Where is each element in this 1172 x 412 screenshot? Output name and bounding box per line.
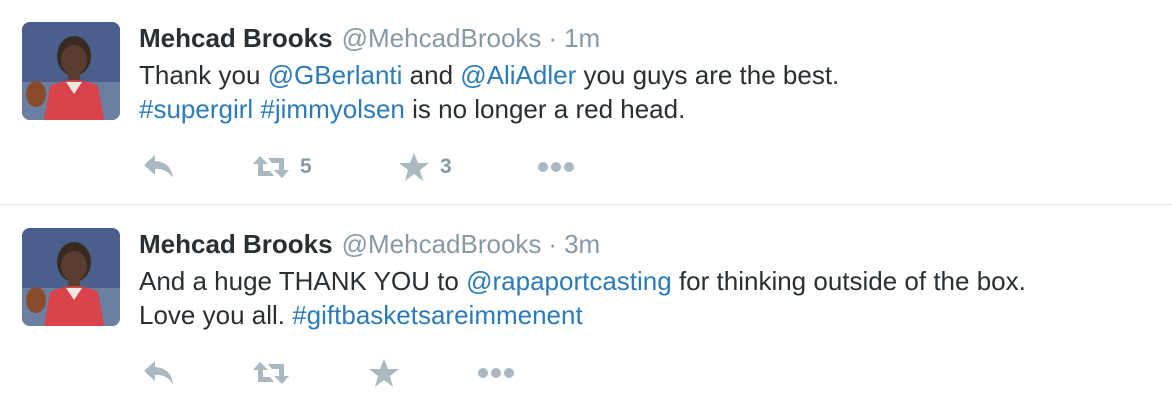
more-button[interactable]	[536, 150, 576, 184]
hashtag-link[interactable]: #giftbasketsareimmenent	[292, 300, 582, 330]
tweet-header: Mehcad Brooks @MehcadBrooks · 3m	[139, 226, 600, 262]
tweet[interactable]: Mehcad Brooks @MehcadBrooks · 3m And a h…	[0, 206, 1172, 412]
retweet-button[interactable]: 5	[252, 150, 312, 184]
tweet-line: Love you all. #giftbasketsareimmenent	[139, 298, 1149, 332]
favorite-count: 3	[440, 155, 452, 178]
text-segment: and	[402, 60, 461, 90]
retweet-count: 5	[300, 155, 312, 178]
tweet-actions: 5 3	[142, 150, 642, 184]
separator: ·	[548, 229, 558, 259]
user-handle[interactable]: @MehcadBrooks	[342, 20, 542, 56]
text-segment: Thank you	[139, 60, 268, 90]
more-dots-icon	[538, 162, 574, 172]
timestamp[interactable]: 1m	[564, 20, 600, 56]
retweet-button[interactable]	[252, 356, 300, 390]
retweet-icon	[253, 362, 289, 384]
text-segment: And a huge THANK YOU to	[139, 266, 467, 296]
text-segment: is no longer a red head.	[404, 94, 686, 124]
profile-photo	[22, 228, 120, 326]
reply-icon	[144, 361, 173, 384]
more-dots-icon	[478, 368, 514, 378]
mention-link[interactable]: @AliAdler	[460, 60, 576, 90]
separator: ·	[548, 23, 558, 53]
more-button[interactable]	[476, 356, 516, 390]
tweet-header: Mehcad Brooks @MehcadBrooks · 1m	[139, 20, 600, 56]
tweet-text: And a huge THANK YOU to @rapaportcasting…	[139, 264, 1149, 332]
tweet-line: And a huge THANK YOU to @rapaportcasting…	[139, 264, 1149, 298]
retweet-icon	[253, 156, 289, 178]
avatar[interactable]	[22, 22, 120, 120]
favorite-button[interactable]: 3	[398, 150, 452, 184]
tweet[interactable]: Mehcad Brooks @MehcadBrooks · 1m Thank y…	[0, 0, 1172, 205]
mention-link[interactable]: @GBerlanti	[268, 60, 403, 90]
favorite-button[interactable]	[368, 356, 410, 390]
hashtag-link[interactable]: #jimmyolsen	[260, 94, 405, 124]
divider	[0, 204, 1172, 205]
user-name[interactable]: Mehcad Brooks	[139, 226, 333, 262]
star-icon	[399, 153, 429, 181]
text-segment: for thinking outside of the box.	[671, 266, 1026, 296]
tweet-line: Thank you @GBerlanti and @AliAdler you g…	[139, 58, 1149, 92]
timestamp[interactable]: 3m	[564, 226, 600, 262]
profile-photo	[22, 22, 120, 120]
user-handle[interactable]: @MehcadBrooks	[342, 226, 542, 262]
tweet-text: Thank you @GBerlanti and @AliAdler you g…	[139, 58, 1149, 126]
hashtag-link[interactable]: #supergirl	[139, 94, 253, 124]
reply-icon	[144, 155, 173, 178]
star-icon	[369, 359, 399, 387]
user-name[interactable]: Mehcad Brooks	[139, 20, 333, 56]
mention-link[interactable]: @rapaportcasting	[466, 266, 672, 296]
text-segment: Love you all.	[139, 300, 293, 330]
reply-button[interactable]	[142, 150, 176, 184]
avatar[interactable]	[22, 228, 120, 326]
tweet-line: #supergirl #jimmyolsen is no longer a re…	[139, 92, 1149, 126]
reply-button[interactable]	[142, 356, 176, 390]
text-segment: you guys are the best.	[576, 60, 840, 90]
tweet-actions	[142, 356, 642, 390]
